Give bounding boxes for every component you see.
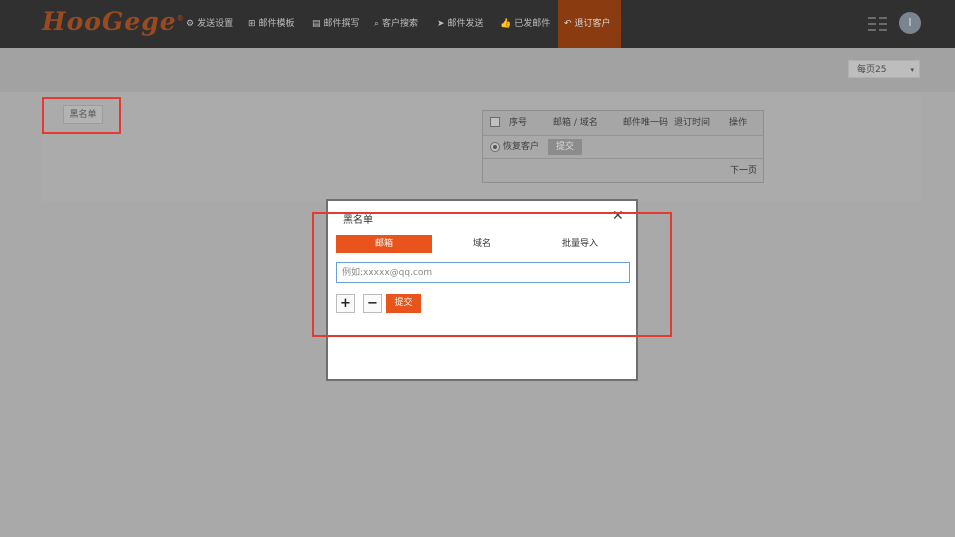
- column-header: 退订时间: [674, 118, 711, 128]
- nav-item-label: 邮件模板: [258, 19, 295, 29]
- per-page-value: 每页25: [857, 65, 887, 75]
- document-icon: ▤: [312, 19, 321, 29]
- nav-item-mail-send[interactable]: ➤ 邮件发送: [437, 0, 484, 48]
- send-icon: ➤: [437, 19, 445, 29]
- column-header: 邮件唯一码: [623, 118, 669, 128]
- restore-label: 恢复客户: [503, 142, 540, 152]
- search-icon: ⌕: [374, 19, 380, 29]
- nav-item-label: 邮件发送: [447, 19, 484, 29]
- nav-item-send-settings[interactable]: ⚙ 发送设置: [186, 0, 233, 48]
- avatar[interactable]: I: [899, 12, 921, 34]
- nav-item-label: 客户搜索: [382, 19, 419, 29]
- nav-item-label: 已发邮件: [514, 19, 551, 29]
- top-navbar: HooGege® ⚙ 发送设置 ⊞ 邮件模板 ▤ 邮件撰写 ⌕ 客户搜索 ➤ 邮件发送 👍…: [0, 0, 955, 48]
- sub-toolbar: [0, 48, 955, 92]
- nav-item-unsubscribed[interactable]: ↶ 退订客户: [558, 0, 621, 48]
- logo-text: HooGege: [42, 7, 177, 36]
- chevron-down-icon: ▾: [910, 66, 914, 74]
- gear-icon: ⚙: [186, 19, 195, 29]
- per-page-select[interactable]: 每页25 ▾: [848, 60, 920, 78]
- nav-item-mail-template[interactable]: ⊞ 邮件模板: [248, 0, 295, 48]
- logo-mark: ®: [176, 13, 185, 23]
- highlight-box-modal-form: [312, 212, 672, 337]
- restore-row: 恢复客户 提交: [483, 136, 763, 159]
- table-header-row: 序号 邮箱 / 域名 邮件唯一码 退订时间 操作: [483, 111, 763, 136]
- highlight-box-blacklist: [42, 97, 121, 134]
- nav-item-label: 邮件撰写: [323, 19, 360, 29]
- column-header: 邮箱 / 域名: [553, 118, 598, 128]
- nav-item-sent-mail[interactable]: 👍 已发邮件: [500, 0, 550, 48]
- next-page-link[interactable]: 下一页: [730, 163, 757, 176]
- thumbs-up-icon: 👍: [500, 19, 512, 29]
- grid-menu-icon[interactable]: [868, 16, 888, 32]
- nav-item-label: 退订客户: [574, 19, 611, 29]
- column-header: 操作: [729, 118, 748, 128]
- logo[interactable]: HooGege®: [42, 7, 185, 36]
- select-all-checkbox[interactable]: [490, 117, 500, 127]
- template-icon: ⊞: [248, 19, 256, 29]
- reply-icon: ↶: [564, 19, 572, 29]
- nav-item-customer-search[interactable]: ⌕ 客户搜索: [374, 0, 418, 48]
- nav-item-label: 发送设置: [197, 19, 234, 29]
- column-header: 序号: [509, 118, 528, 128]
- unsubscribe-table: 序号 邮箱 / 域名 邮件唯一码 退订时间 操作 恢复客户 提交 下一页: [482, 110, 764, 183]
- restore-radio[interactable]: [490, 142, 500, 152]
- nav-item-mail-compose[interactable]: ▤ 邮件撰写: [312, 0, 360, 48]
- restore-submit-button[interactable]: 提交: [548, 139, 582, 155]
